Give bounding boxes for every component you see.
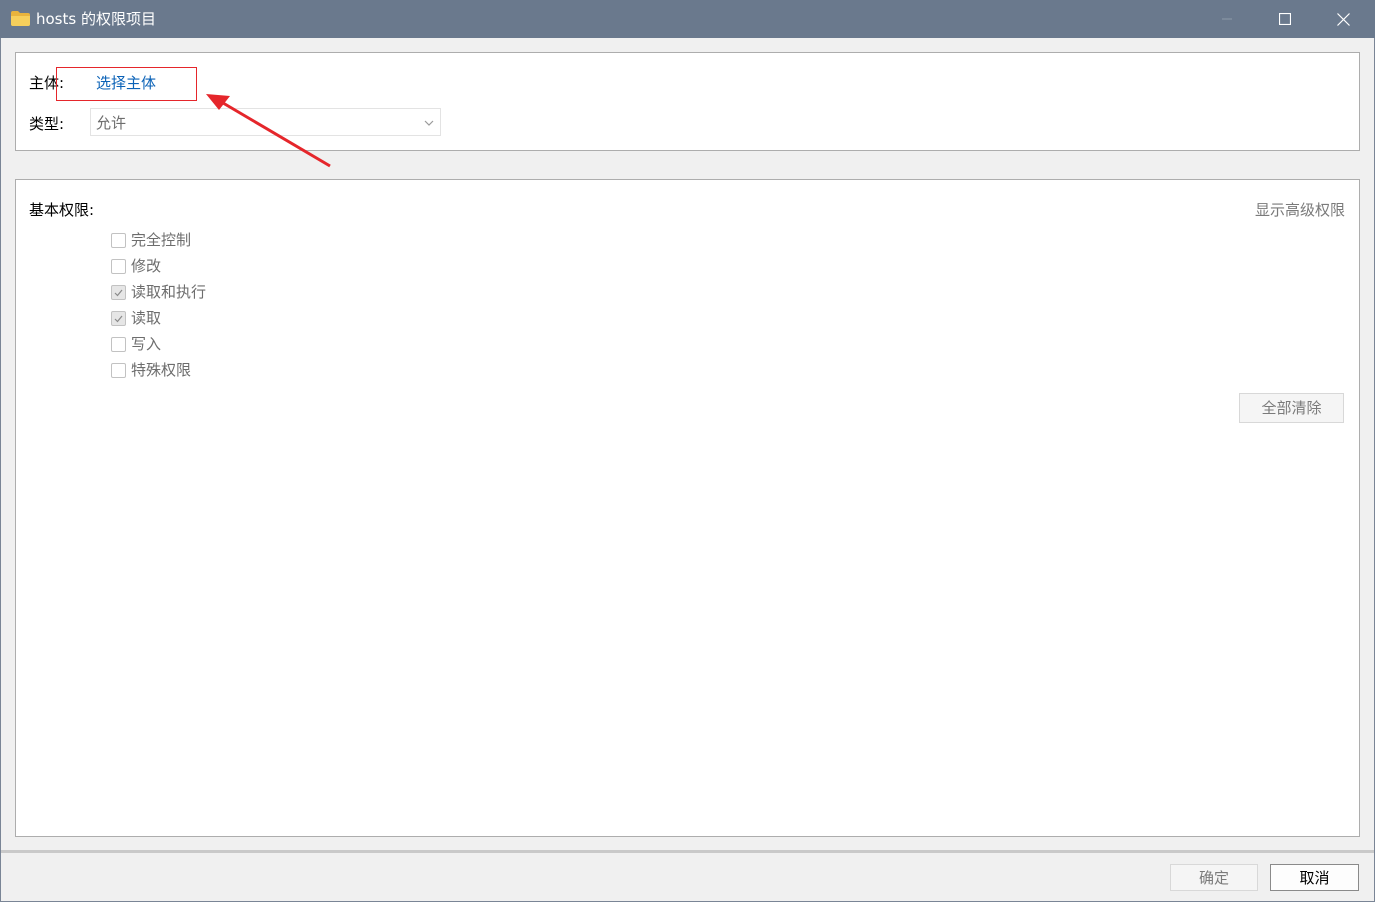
permission-modify[interactable]: 修改 bbox=[111, 256, 161, 276]
permission-label: 写入 bbox=[131, 335, 162, 353]
type-label: 类型: bbox=[29, 115, 65, 133]
permission-label: 特殊权限 bbox=[131, 361, 192, 379]
checkbox[interactable] bbox=[111, 362, 126, 378]
checkbox[interactable] bbox=[111, 258, 126, 274]
show-advanced-permissions-link[interactable]: 显示高级权限 bbox=[1255, 200, 1345, 220]
window-title: hosts 的权限项目 bbox=[36, 10, 156, 28]
permission-special[interactable]: 特殊权限 bbox=[111, 360, 191, 380]
footer-divider bbox=[1, 850, 1374, 853]
permission-label: 完全控制 bbox=[131, 231, 192, 249]
ok-button[interactable]: 确定 bbox=[1170, 864, 1258, 891]
permission-read-execute[interactable]: 读取和执行 bbox=[111, 282, 206, 302]
checkmark-icon bbox=[114, 289, 123, 296]
folder-icon bbox=[11, 11, 30, 26]
checkbox[interactable] bbox=[111, 284, 126, 300]
minimize-icon bbox=[1222, 18, 1232, 20]
close-icon bbox=[1336, 12, 1350, 26]
checkmark-icon bbox=[114, 315, 123, 322]
cancel-button[interactable]: 取消 bbox=[1270, 864, 1359, 891]
clear-all-button[interactable]: 全部清除 bbox=[1239, 393, 1344, 423]
annotation-highlight-box bbox=[56, 67, 197, 101]
annotation-arrow bbox=[206, 94, 331, 168]
basic-permissions-heading: 基本权限: bbox=[29, 201, 95, 219]
close-button[interactable] bbox=[1314, 0, 1372, 38]
permission-full-control[interactable]: 完全控制 bbox=[111, 230, 191, 250]
permission-read[interactable]: 读取 bbox=[111, 308, 161, 328]
chevron-down-icon bbox=[424, 120, 434, 126]
maximize-icon bbox=[1279, 13, 1291, 25]
permission-write[interactable]: 写入 bbox=[111, 334, 161, 354]
permission-label: 读取 bbox=[131, 309, 162, 327]
checkbox[interactable] bbox=[111, 232, 126, 248]
minimize-button[interactable] bbox=[1198, 0, 1256, 38]
checkbox[interactable] bbox=[111, 336, 126, 352]
maximize-button[interactable] bbox=[1256, 0, 1314, 38]
permissions-panel bbox=[15, 179, 1360, 837]
permission-label: 修改 bbox=[131, 257, 162, 275]
permission-label: 读取和执行 bbox=[131, 283, 207, 301]
checkbox[interactable] bbox=[111, 310, 126, 326]
title-bar: hosts 的权限项目 bbox=[0, 0, 1375, 38]
type-dropdown-value: 允许 bbox=[96, 114, 127, 132]
